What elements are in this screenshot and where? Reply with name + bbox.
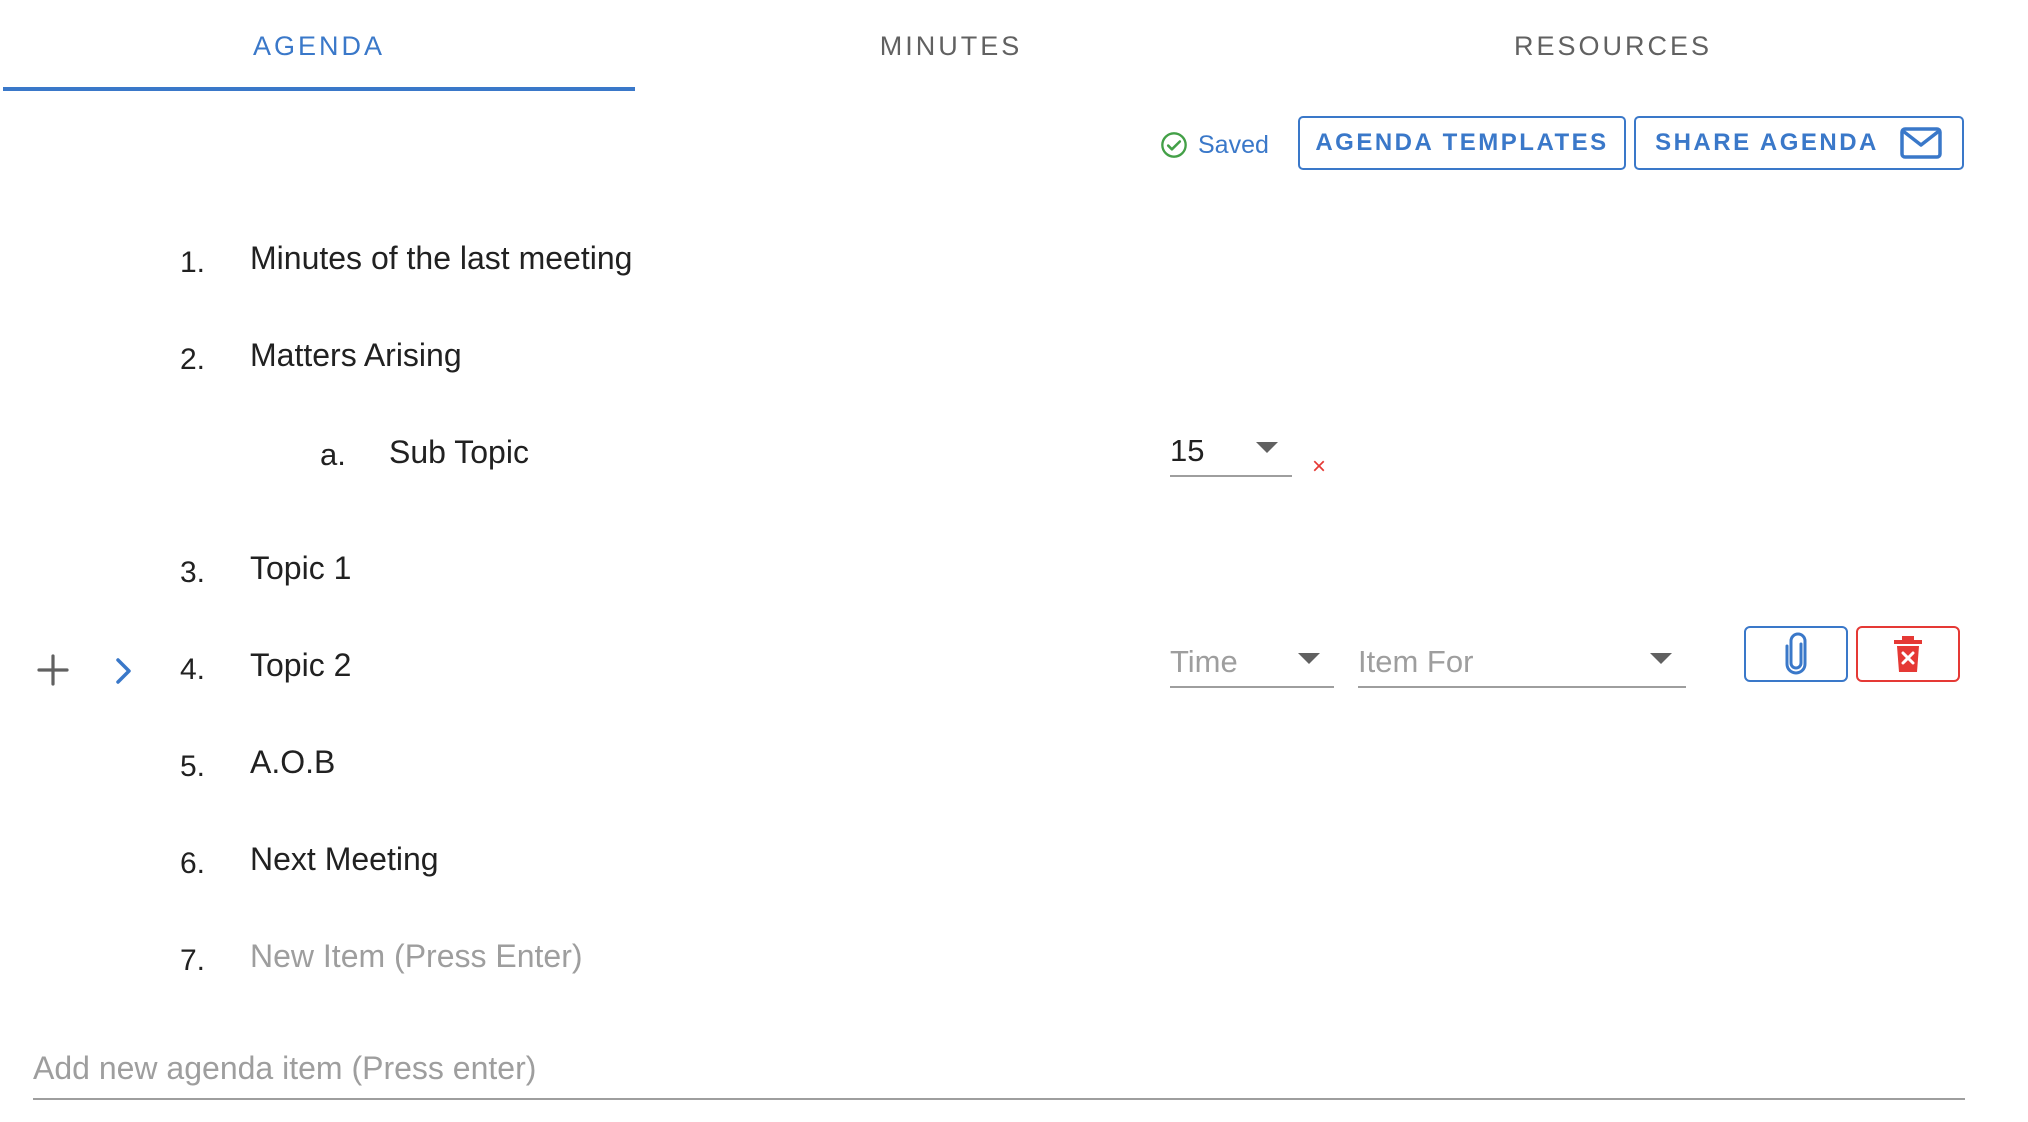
item-number: 4. (180, 653, 206, 686)
item-for-placeholder: Item For (1358, 644, 1474, 679)
add-agenda-item-input[interactable]: Add new agenda item (Press enter) (33, 1038, 1965, 1100)
dropdown-caret-icon (1298, 653, 1320, 664)
active-tab-indicator (3, 87, 635, 91)
tab-bar: AGENDA MINUTES RESOURCES (0, 0, 1978, 92)
agenda-templates-label: AGENDA TEMPLATES (1315, 129, 1609, 156)
item-number: 5. (180, 750, 206, 783)
add-agenda-item-placeholder: Add new agenda item (Press enter) (33, 1049, 537, 1086)
share-agenda-button[interactable]: SHARE AGENDA (1634, 116, 1964, 170)
item-number: 3. (180, 556, 206, 589)
time-select[interactable]: Time (1170, 634, 1334, 688)
attach-file-button[interactable] (1744, 626, 1848, 682)
agenda-item-text[interactable]: Minutes of the last meeting (250, 240, 632, 277)
plus-icon[interactable] (36, 653, 70, 687)
paperclip-icon (1785, 632, 1807, 675)
new-item-input[interactable]: New Item (Press Enter) (250, 938, 583, 975)
tab-agenda[interactable]: AGENDA (3, 0, 635, 92)
remove-time-icon[interactable]: × (1312, 453, 1326, 481)
agenda-item-text[interactable]: Topic 1 (250, 550, 351, 587)
time-placeholder: Time (1170, 644, 1238, 679)
delete-item-button[interactable] (1856, 626, 1960, 682)
mail-icon (1900, 127, 1942, 159)
agenda-item-text[interactable]: Topic 2 (250, 647, 351, 684)
saved-label: Saved (1198, 130, 1269, 159)
item-for-select[interactable]: Item For (1358, 634, 1686, 688)
agenda-templates-button[interactable]: AGENDA TEMPLATES (1298, 116, 1626, 170)
saved-status: Saved (1160, 130, 1269, 160)
agenda-item-text[interactable]: Next Meeting (250, 841, 439, 878)
sub-item-time-select[interactable]: 15 (1170, 425, 1292, 477)
item-number: 6. (180, 847, 206, 880)
dropdown-caret-icon (1256, 442, 1278, 453)
check-circle-icon (1161, 132, 1187, 158)
sub-item-letter: a. (320, 437, 346, 472)
item-number: 1. (180, 246, 206, 279)
tab-resources[interactable]: RESOURCES (1297, 0, 1929, 92)
time-value: 15 (1170, 433, 1205, 468)
tab-minutes[interactable]: MINUTES (635, 0, 1267, 92)
dropdown-caret-icon (1650, 653, 1672, 664)
chevron-right-icon[interactable] (110, 656, 136, 686)
delete-icon (1894, 636, 1922, 672)
item-number: 2. (180, 343, 206, 376)
agenda-item-text[interactable]: A.O.B (250, 744, 335, 781)
item-number: 7. (180, 944, 206, 977)
sub-item-text[interactable]: Sub Topic (389, 434, 529, 471)
agenda-item-text[interactable]: Matters Arising (250, 337, 462, 374)
share-agenda-label: SHARE AGENDA (1655, 129, 1879, 156)
